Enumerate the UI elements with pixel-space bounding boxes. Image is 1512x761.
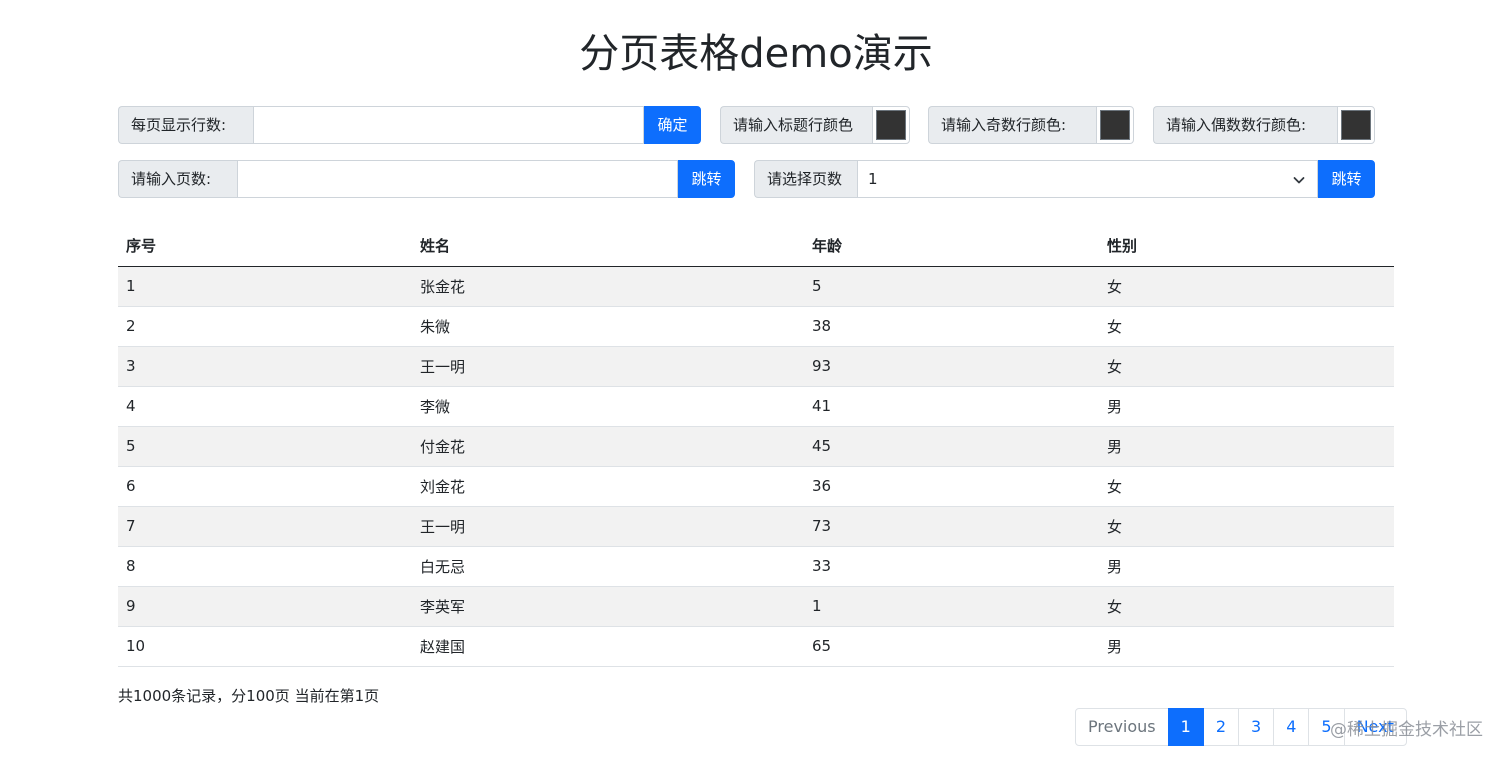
record-summary: 共1000条记录，分100页 当前在第1页 <box>118 687 380 705</box>
cell-index: 5 <box>118 426 412 467</box>
odd-color-picker[interactable] <box>1096 106 1134 144</box>
table-row: 6 刘金花 36 女 <box>118 466 1394 507</box>
table-body: 1 张金花 5 女 2 朱微 38 女 3 王一明 93 女 4 李微 41 男 5 付金花 45 男 6 刘金花 36 女 7… <box>118 266 1394 667</box>
cell-gender: 女 <box>1099 266 1394 307</box>
even-color-picker[interactable] <box>1337 106 1375 144</box>
chevron-down-icon <box>1293 177 1305 184</box>
cell-age: 45 <box>804 426 1099 467</box>
watermark: @稀土掘金技术社区 <box>1330 720 1483 740</box>
cell-name: 张金花 <box>412 266 804 307</box>
even-color-swatch <box>1341 110 1371 140</box>
pagination-page-2[interactable]: 2 <box>1202 708 1239 746</box>
cell-gender: 女 <box>1099 306 1394 347</box>
cell-index: 3 <box>118 346 412 387</box>
cell-gender: 女 <box>1099 466 1394 507</box>
cell-name: 付金花 <box>412 426 804 467</box>
rows-per-page-group: 每页显示行数: 确定 <box>118 106 701 144</box>
cell-age: 33 <box>804 546 1099 587</box>
cell-gender: 男 <box>1099 426 1394 467</box>
pagination-page-4[interactable]: 4 <box>1273 708 1310 746</box>
odd-color-label: 请输入奇数行颜色: <box>928 106 1096 144</box>
page-number-input[interactable] <box>237 160 678 198</box>
cell-index: 4 <box>118 386 412 427</box>
cell-age: 1 <box>804 586 1099 627</box>
table-row: 2 朱微 38 女 <box>118 306 1394 347</box>
cell-name: 朱微 <box>412 306 804 347</box>
table-row: 3 王一明 93 女 <box>118 346 1394 387</box>
table-row: 4 李微 41 男 <box>118 386 1394 427</box>
table-row: 7 王一明 73 女 <box>118 506 1394 547</box>
cell-name: 李英军 <box>412 586 804 627</box>
header-color-group: 请输入标题行颜色 <box>720 106 910 144</box>
odd-color-group: 请输入奇数行颜色: <box>928 106 1134 144</box>
page-select[interactable]: 1 <box>857 160 1318 198</box>
cell-gender: 男 <box>1099 546 1394 587</box>
cell-gender: 女 <box>1099 586 1394 627</box>
page: 分页表格demo演示 每页显示行数: 确定 请输入标题行颜色 请输入奇数行颜色:… <box>0 0 1512 761</box>
jump-button[interactable]: 跳转 <box>678 160 735 198</box>
column-header-index: 序号 <box>118 226 412 267</box>
even-color-label: 请输入偶数数行颜色: <box>1153 106 1337 144</box>
cell-index: 6 <box>118 466 412 507</box>
even-color-group: 请输入偶数数行颜色: <box>1153 106 1375 144</box>
cell-age: 5 <box>804 266 1099 307</box>
header-color-label: 请输入标题行颜色 <box>720 106 872 144</box>
cell-gender: 女 <box>1099 506 1394 547</box>
cell-name: 赵建国 <box>412 626 804 667</box>
table-header-row: 序号 姓名 年龄 性别 <box>118 226 1394 267</box>
cell-index: 10 <box>118 626 412 667</box>
table-row: 8 白无忌 33 男 <box>118 546 1394 587</box>
page-input-label: 请输入页数: <box>118 160 237 198</box>
cell-name: 白无忌 <box>412 546 804 587</box>
pagination-page-3[interactable]: 3 <box>1238 708 1275 746</box>
cell-gender: 男 <box>1099 386 1394 427</box>
cell-index: 7 <box>118 506 412 547</box>
table-row: 10 赵建国 65 男 <box>118 626 1394 667</box>
cell-age: 41 <box>804 386 1099 427</box>
table-row: 1 张金花 5 女 <box>118 266 1394 307</box>
cell-name: 王一明 <box>412 346 804 387</box>
cell-name: 王一明 <box>412 506 804 547</box>
cell-gender: 女 <box>1099 346 1394 387</box>
header-color-swatch <box>876 110 906 140</box>
cell-age: 73 <box>804 506 1099 547</box>
rows-per-page-input[interactable] <box>253 106 644 144</box>
cell-name: 李微 <box>412 386 804 427</box>
page-title: 分页表格demo演示 <box>579 31 933 77</box>
table-row: 5 付金花 45 男 <box>118 426 1394 467</box>
table-row: 9 李英军 1 女 <box>118 586 1394 627</box>
page-input-group: 请输入页数: 跳转 <box>118 160 735 198</box>
page-select-label: 请选择页数 <box>754 160 857 198</box>
cell-age: 36 <box>804 466 1099 507</box>
cell-age: 38 <box>804 306 1099 347</box>
cell-index: 8 <box>118 546 412 587</box>
cell-age: 65 <box>804 626 1099 667</box>
data-table: 序号 姓名 年龄 性别 1 张金花 5 女 2 朱微 38 女 3 王一明 93 女 4 李微 41 男 5 付金… <box>118 226 1394 667</box>
pagination-previous[interactable]: Previous <box>1075 708 1169 746</box>
jump-select-button[interactable]: 跳转 <box>1318 160 1375 198</box>
odd-color-swatch <box>1100 110 1130 140</box>
cell-gender: 男 <box>1099 626 1394 667</box>
cell-age: 93 <box>804 346 1099 387</box>
pagination-page-1[interactable]: 1 <box>1167 708 1204 746</box>
cell-name: 刘金花 <box>412 466 804 507</box>
cell-index: 9 <box>118 586 412 627</box>
column-header-name: 姓名 <box>412 226 804 267</box>
confirm-button[interactable]: 确定 <box>644 106 701 144</box>
page-select-value: 1 <box>868 170 878 188</box>
page-select-group: 请选择页数 1 跳转 <box>754 160 1375 198</box>
rows-per-page-label: 每页显示行数: <box>118 106 253 144</box>
cell-index: 2 <box>118 306 412 347</box>
column-header-gender: 性别 <box>1099 226 1394 267</box>
cell-index: 1 <box>118 266 412 307</box>
column-header-age: 年龄 <box>804 226 1099 267</box>
header-color-picker[interactable] <box>872 106 910 144</box>
